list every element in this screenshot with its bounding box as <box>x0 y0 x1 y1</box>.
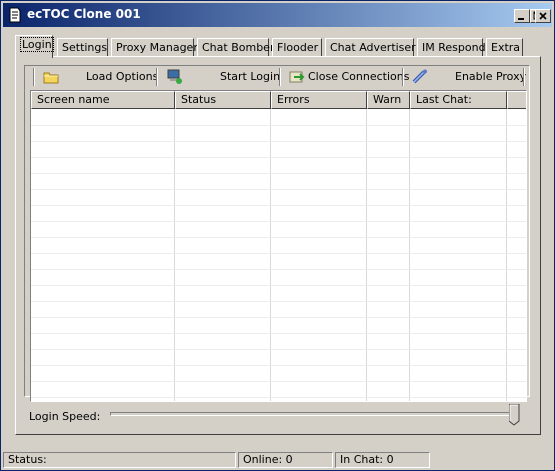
computer-icon <box>167 69 182 84</box>
row-line <box>31 173 526 174</box>
window-title: ecTOC Clone 001 <box>27 7 141 21</box>
grid-line <box>409 109 410 401</box>
tab-flooder[interactable]: Flooder <box>272 38 322 57</box>
close-connections-icon <box>289 71 305 83</box>
column-header-filler <box>507 91 526 109</box>
minimize-button[interactable] <box>514 9 530 23</box>
login-speed-slider-thumb[interactable] <box>509 404 520 426</box>
tab-chat-advertiser[interactable]: Chat Advertiser <box>325 38 416 57</box>
row-line <box>31 157 526 158</box>
row-line <box>31 349 526 350</box>
title-bar[interactable]: ecTOC Clone 001 <box>3 3 552 27</box>
in-chat-count: In Chat: 0 <box>335 452 430 468</box>
row-line <box>31 205 526 206</box>
column-header-status[interactable]: Status <box>175 91 271 109</box>
column-header-errors[interactable]: Errors <box>271 91 367 109</box>
row-line <box>31 285 526 286</box>
main-window: ecTOC Clone 001 Login Settings Proxy Man… <box>0 0 555 471</box>
row-line <box>31 397 526 398</box>
login-speed-track[interactable] <box>110 412 517 416</box>
row-line <box>31 317 526 318</box>
tab-extra[interactable]: Extra <box>486 38 523 57</box>
minimize-icon <box>518 18 524 20</box>
folder-icon <box>43 72 59 84</box>
grid-line <box>174 109 175 401</box>
row-line <box>31 301 526 302</box>
toolbar-separator <box>402 68 404 86</box>
toolbar-separator <box>156 68 158 86</box>
status-text: Status: <box>3 452 236 468</box>
row-line <box>31 365 526 366</box>
grid-line <box>506 109 507 401</box>
row-line <box>31 125 526 126</box>
grid-line <box>270 109 271 401</box>
close-button[interactable] <box>535 9 551 23</box>
tab-chat-bomber[interactable]: Chat Bomber <box>197 38 274 57</box>
load-options-button[interactable]: Load Options <box>41 67 158 87</box>
tab-login[interactable]: Login <box>15 35 54 58</box>
status-bar: Status: Online: 0 In Chat: 0 <box>3 452 554 470</box>
accounts-list[interactable]: Screen name Status Errors Warn Last Chat… <box>30 90 527 402</box>
column-header-screen-name[interactable]: Screen name <box>31 91 175 109</box>
toolbar-separator <box>523 68 525 86</box>
grid-line <box>366 109 367 401</box>
tab-proxy-manager[interactable]: Proxy Manager <box>111 38 198 57</box>
row-line <box>31 333 526 334</box>
row-line <box>31 237 526 238</box>
row-line <box>31 221 526 222</box>
close-connections-button[interactable]: Close Connections <box>287 67 409 87</box>
enable-proxy-button[interactable]: Enable Proxy <box>410 67 526 87</box>
tab-im-respond[interactable]: IM Respond <box>417 38 486 57</box>
tab-settings[interactable]: Settings <box>57 38 108 57</box>
app-icon <box>9 7 21 23</box>
online-count: Online: 0 <box>238 452 333 468</box>
row-line <box>31 253 526 254</box>
login-speed-label: Login Speed: <box>29 410 101 423</box>
column-header-last-chat[interactable]: Last Chat: <box>410 91 507 109</box>
row-line <box>31 381 526 382</box>
toolbar-separator <box>279 68 281 86</box>
column-header-warn[interactable]: Warn <box>367 91 410 109</box>
proxy-icon <box>412 69 427 84</box>
toolbar-separator <box>33 68 35 86</box>
close-icon <box>539 12 547 20</box>
row-line <box>31 189 526 190</box>
start-login-button[interactable]: Start Login <box>166 67 280 87</box>
row-line <box>31 141 526 142</box>
toolbar: Load Options Start Login Close Connectio… <box>21 67 527 87</box>
row-line <box>31 269 526 270</box>
